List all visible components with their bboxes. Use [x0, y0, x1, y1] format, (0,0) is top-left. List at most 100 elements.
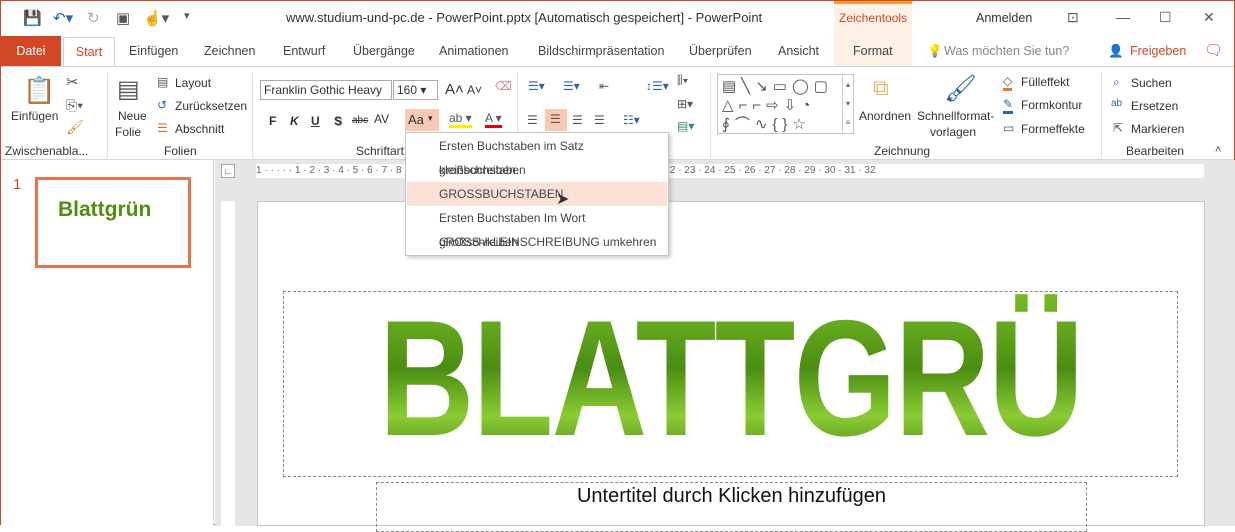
horizontal-ruler[interactable]: 1 · · · · · 1 · 2 · 3 · 4 · 5 · 6 · 7 · …	[256, 164, 1204, 178]
group-label-font: Schriftart	[356, 144, 405, 158]
lightbulb-icon: 💡	[927, 44, 943, 58]
comments-icon[interactable]: 🗨	[1204, 41, 1223, 59]
section-icon: ☰	[157, 121, 168, 135]
group-label-clipboard: Zwischenabla...	[5, 144, 89, 158]
cut-icon[interactable]: ✂	[66, 73, 79, 91]
new-slide-button-line2[interactable]: Folie	[115, 125, 141, 139]
italic-button[interactable]: K	[290, 114, 299, 128]
tab-entwurf[interactable]: Entwurf	[283, 44, 325, 58]
underline-button[interactable]: U	[311, 114, 320, 128]
save-icon[interactable]: 💾	[23, 9, 42, 27]
clear-formatting-icon[interactable]: ⌫	[495, 79, 512, 93]
convert-smartart-icon[interactable]: ▤▾	[677, 119, 694, 133]
touch-mode-icon[interactable]: ☝▾	[143, 9, 169, 27]
slide-title[interactable]: BLATTGRÜN	[379, 283, 1178, 473]
quick-styles-button-line2[interactable]: vorlagen	[930, 125, 976, 139]
sign-in-link[interactable]: Anmelden	[976, 11, 1032, 25]
arrange-icon[interactable]: ⧉	[873, 75, 889, 101]
tell-me-input[interactable]: Was möchten Sie tun?	[944, 44, 1069, 58]
find-button[interactable]: Suchen	[1131, 76, 1172, 90]
shadow-button[interactable]: S	[334, 114, 342, 128]
reset-icon: ↺	[157, 98, 168, 112]
menu-item-uppercase[interactable]: GROSSBUCHSTABEN	[407, 182, 667, 206]
mouse-cursor-icon: ➤	[556, 191, 570, 208]
highlight-color-icon[interactable]: ab ▾	[449, 111, 472, 128]
subtitle-text[interactable]: Untertitel durch Klicken hinzufügen	[376, 485, 1087, 508]
tab-ansicht[interactable]: Ansicht	[778, 44, 819, 58]
tab-selector-icon[interactable]: ∟	[221, 164, 235, 178]
font-color-icon[interactable]: A ▾	[485, 111, 502, 128]
redo-icon[interactable]: ↻	[87, 9, 100, 27]
paste-button[interactable]: Einfügen	[11, 109, 58, 123]
quick-styles-button-line1[interactable]: Schnellformat-	[917, 109, 994, 123]
grow-font-icon[interactable]: A˄	[445, 81, 464, 98]
columns-icon[interactable]: ☷▾	[623, 113, 640, 127]
new-slide-icon[interactable]: ▤	[117, 75, 140, 104]
change-case-button[interactable]: Aa ▾	[405, 109, 439, 131]
tab-ueberpruefen[interactable]: Überprüfen	[689, 44, 752, 58]
menu-item-sentence-case[interactable]: Ersten Buchstaben im Satz großschreiben.	[407, 134, 667, 177]
character-spacing-button[interactable]: AV	[374, 112, 389, 126]
chevron-down-icon: ▾	[428, 113, 433, 123]
ribbon-display-options-icon[interactable]: ⊡	[1067, 9, 1079, 26]
font-size-select[interactable]: 160 ▾	[393, 80, 438, 100]
reset-button[interactable]: Zurücksetzen	[175, 99, 247, 113]
gallery-scroll[interactable]: ▴ ▾ ≡	[842, 75, 853, 133]
customize-quick-access-icon[interactable]: ▾	[184, 9, 190, 22]
find-icon: ⌕	[1113, 75, 1120, 89]
copy-icon[interactable]: ⎘▾	[66, 97, 83, 114]
shape-fill-button[interactable]: Fülleffekt	[1021, 75, 1069, 89]
close-button[interactable]: ✕	[1203, 9, 1215, 26]
shape-effects-button[interactable]: Formeffekte	[1021, 122, 1085, 136]
shape-outline-button[interactable]: Formkontur	[1021, 98, 1082, 112]
tab-format[interactable]: Format	[853, 44, 893, 58]
shrink-font-icon[interactable]: A˅	[467, 83, 482, 97]
maximize-button[interactable]: ☐	[1159, 9, 1172, 26]
section-button[interactable]: Abschnitt	[175, 122, 224, 136]
format-painter-icon[interactable]: 🖌	[66, 119, 84, 136]
strikethrough-button[interactable]: abc	[352, 115, 368, 126]
quick-styles-icon[interactable]: 🖌	[944, 73, 977, 104]
tab-bildschirmpraesentation[interactable]: Bildschirmpräsentation	[538, 44, 664, 58]
text-direction-icon[interactable]: ⫼▾	[677, 73, 688, 88]
bullets-icon[interactable]: ☰▾	[528, 79, 545, 93]
tab-zeichnen[interactable]: Zeichnen	[204, 44, 255, 58]
change-case-label: Aa	[408, 112, 424, 127]
share-icon[interactable]: 👤	[1108, 44, 1124, 59]
vertical-ruler[interactable]	[221, 201, 235, 526]
font-name-select[interactable]: Franklin Gothic Heavy	[260, 80, 392, 100]
menu-item-toggle-case[interactable]: gROSS-/kLEINSCHREIBUNG umkehren	[407, 230, 667, 254]
layout-button[interactable]: Layout	[175, 76, 211, 90]
undo-icon[interactable]: ↶▾	[53, 9, 73, 27]
share-button[interactable]: Freigeben	[1130, 44, 1186, 58]
align-center-button[interactable]: ☰	[545, 109, 567, 131]
minimize-button[interactable]: —	[1116, 9, 1130, 25]
presentation-icon[interactable]: ▣	[116, 9, 130, 27]
tab-uebergaenge[interactable]: Übergänge	[353, 44, 415, 58]
align-right-icon[interactable]: ☰	[572, 113, 583, 127]
numbering-icon[interactable]: ☰▾	[563, 79, 580, 93]
line-spacing-icon[interactable]: ↕☰▾	[646, 79, 669, 93]
bold-button[interactable]: F	[269, 114, 276, 128]
new-slide-button-line1[interactable]: Neue	[118, 109, 147, 123]
effects-icon: ▭	[1003, 121, 1015, 135]
slide-number: 1	[13, 176, 22, 193]
tab-animationen[interactable]: Animationen	[439, 44, 509, 58]
menu-item-lowercase[interactable]: kleinbuchstaben	[407, 158, 667, 182]
decrease-indent-icon[interactable]: ⇤	[599, 79, 609, 93]
slide-thumbnail[interactable]	[35, 177, 191, 268]
window-title: www.studium-und-pc.de - PowerPoint.pptx …	[286, 10, 763, 25]
replace-button[interactable]: Ersetzen	[1131, 99, 1178, 113]
shapes-icons[interactable]: ▤╲↘▭◯▢ △⌐⌐⇨⇩◔ ∮⌒∿{}☆	[722, 77, 833, 134]
align-text-icon[interactable]: ⊞▾	[677, 97, 693, 111]
shapes-gallery[interactable]: ▤╲↘▭◯▢ △⌐⌐⇨⇩◔ ∮⌒∿{}☆ ▴ ▾ ≡	[717, 74, 854, 134]
select-button[interactable]: Markieren	[1131, 122, 1184, 136]
justify-icon[interactable]: ☰	[594, 113, 605, 127]
tab-einfuegen[interactable]: Einfügen	[129, 44, 178, 58]
menu-item-capitalize-each-word[interactable]: Ersten Buchstaben Im Wort Großschreiben	[407, 206, 667, 249]
paste-icon[interactable]: 📋	[23, 75, 55, 106]
arrange-button[interactable]: Anordnen	[859, 109, 911, 123]
context-tab-label: Zeichentools	[839, 11, 908, 25]
collapse-ribbon-icon[interactable]: ˄	[1215, 144, 1221, 156]
align-left-icon[interactable]: ☰	[527, 113, 538, 127]
